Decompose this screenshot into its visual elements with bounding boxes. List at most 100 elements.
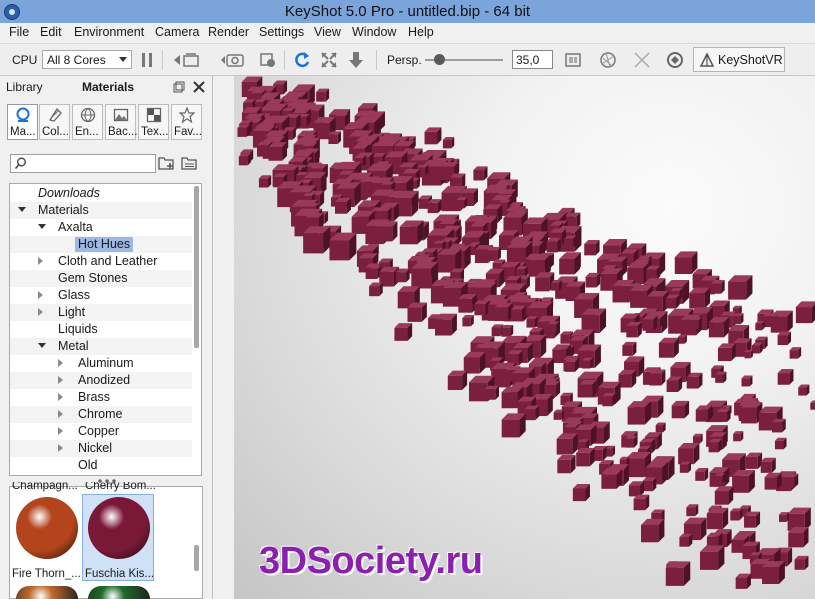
tree-item[interactable]: Cloth and Leather	[10, 253, 192, 270]
geometry-view-icon[interactable]	[598, 50, 618, 70]
region-icon[interactable]	[563, 50, 583, 70]
menu-edit[interactable]: Edit	[40, 25, 62, 39]
tree-item[interactable]: Materials	[10, 202, 192, 219]
tree-item[interactable]: Light	[10, 304, 192, 321]
cube	[646, 265, 661, 280]
fit-view-icon[interactable]	[319, 50, 339, 70]
cube	[442, 137, 455, 149]
cube	[642, 477, 657, 492]
environments-icon	[80, 107, 96, 123]
tree-item[interactable]: Hot Hues	[10, 236, 192, 253]
tab-materials[interactable]: Ma...	[7, 104, 38, 140]
expand-closed-icon[interactable]	[58, 410, 63, 418]
tree-item[interactable]: Gem Stones	[10, 270, 192, 287]
cube	[551, 279, 562, 291]
cube	[642, 315, 658, 331]
tree-item[interactable]: Anodized	[10, 372, 192, 389]
material-ball-thumbnail[interactable]	[88, 497, 150, 559]
expand-closed-icon[interactable]	[58, 376, 63, 384]
tree-item[interactable]: Brass	[10, 389, 192, 406]
refresh-icon[interactable]	[292, 50, 312, 70]
material-ball-thumbnail[interactable]	[16, 497, 78, 559]
cube	[473, 166, 488, 181]
expand-closed-icon[interactable]	[58, 427, 63, 435]
expand-closed-icon[interactable]	[38, 257, 43, 265]
cube	[686, 504, 699, 517]
cube	[258, 175, 272, 188]
menu-environment[interactable]: Environment	[74, 25, 144, 39]
tree-item[interactable]: Metal	[10, 338, 192, 355]
toolbar-divider	[376, 50, 377, 70]
import-icon[interactable]	[172, 50, 204, 70]
float-panel-icon[interactable]	[173, 81, 185, 93]
folder-options-icon[interactable]	[181, 155, 199, 171]
cube	[557, 455, 576, 474]
cube	[447, 370, 468, 391]
cube	[735, 573, 751, 589]
cube	[576, 447, 595, 467]
cube	[328, 131, 342, 144]
menu-render[interactable]: Render	[208, 25, 249, 39]
tree-item[interactable]: Downloads	[10, 185, 192, 202]
material-ball-thumbnail[interactable]	[16, 586, 78, 599]
cube	[237, 124, 250, 137]
expand-open-icon[interactable]	[38, 224, 46, 229]
animation-icon[interactable]	[665, 50, 685, 70]
tree-item[interactable]: Old	[10, 457, 192, 474]
cube	[627, 401, 651, 425]
cube	[751, 342, 763, 354]
cube	[427, 199, 442, 214]
expand-closed-icon[interactable]	[38, 308, 43, 316]
library-search-input[interactable]	[10, 154, 156, 173]
tree-item[interactable]: Axalta	[10, 219, 192, 236]
menu-settings[interactable]: Settings	[259, 25, 304, 39]
watermark-text: 3DSociety.ru	[259, 540, 483, 582]
expand-closed-icon[interactable]	[58, 444, 63, 452]
cube	[329, 233, 357, 261]
cube	[755, 321, 765, 331]
expand-closed-icon[interactable]	[58, 359, 63, 367]
cube	[744, 511, 761, 528]
tree-item[interactable]: Copper	[10, 423, 192, 440]
arrow-down-icon[interactable]	[346, 50, 366, 70]
tree-scrollbar[interactable]	[194, 186, 199, 348]
menu-camera[interactable]: Camera	[155, 25, 199, 39]
close-icon[interactable]	[193, 81, 205, 93]
tab-environments[interactable]: En...	[72, 104, 103, 140]
thumbnails-scrollbar[interactable]	[194, 545, 199, 571]
screenshot-icon[interactable]	[219, 50, 245, 70]
render-icon[interactable]	[258, 50, 278, 70]
menu-view[interactable]: View	[314, 25, 341, 39]
cube	[762, 561, 785, 584]
tree-item-label: Liquids	[58, 322, 98, 336]
tree-item[interactable]: Aluminum	[10, 355, 192, 372]
material-ball-thumbnail[interactable]	[88, 586, 150, 599]
expand-closed-icon[interactable]	[58, 393, 63, 401]
cube	[546, 237, 562, 253]
pause-icon[interactable]	[137, 50, 157, 70]
tab-backplates-label: Bac...	[108, 126, 138, 138]
perspective-slider-thumb[interactable]	[434, 54, 445, 65]
tab-colors[interactable]: Col...	[39, 104, 70, 140]
cube	[526, 316, 538, 328]
thumbnail-caption: Cherry Bom...	[85, 482, 156, 492]
expand-open-icon[interactable]	[38, 343, 46, 348]
tree-item[interactable]: Glass	[10, 287, 192, 304]
cpu-cores-select[interactable]: All 8 Cores	[42, 50, 132, 69]
perspective-value-input[interactable]: 35,0	[512, 50, 553, 69]
keyshotvr-button[interactable]: KeyShotVR	[693, 47, 785, 72]
deform-icon[interactable]	[632, 50, 652, 70]
cube	[779, 512, 789, 522]
expand-closed-icon[interactable]	[38, 291, 43, 299]
tree-item[interactable]: Chrome	[10, 406, 192, 423]
menu-window[interactable]: Window	[352, 25, 396, 39]
tree-item[interactable]: Liquids	[10, 321, 192, 338]
tab-textures[interactable]: Tex...	[138, 104, 169, 140]
add-folder-icon[interactable]	[158, 155, 176, 171]
menu-help[interactable]: Help	[408, 25, 434, 39]
tree-item[interactable]: Nickel	[10, 440, 192, 457]
tab-backplates[interactable]: Bac...	[105, 104, 138, 140]
menu-file[interactable]: File	[9, 25, 29, 39]
tab-favorites[interactable]: Fav...	[171, 104, 202, 140]
expand-open-icon[interactable]	[18, 207, 26, 212]
